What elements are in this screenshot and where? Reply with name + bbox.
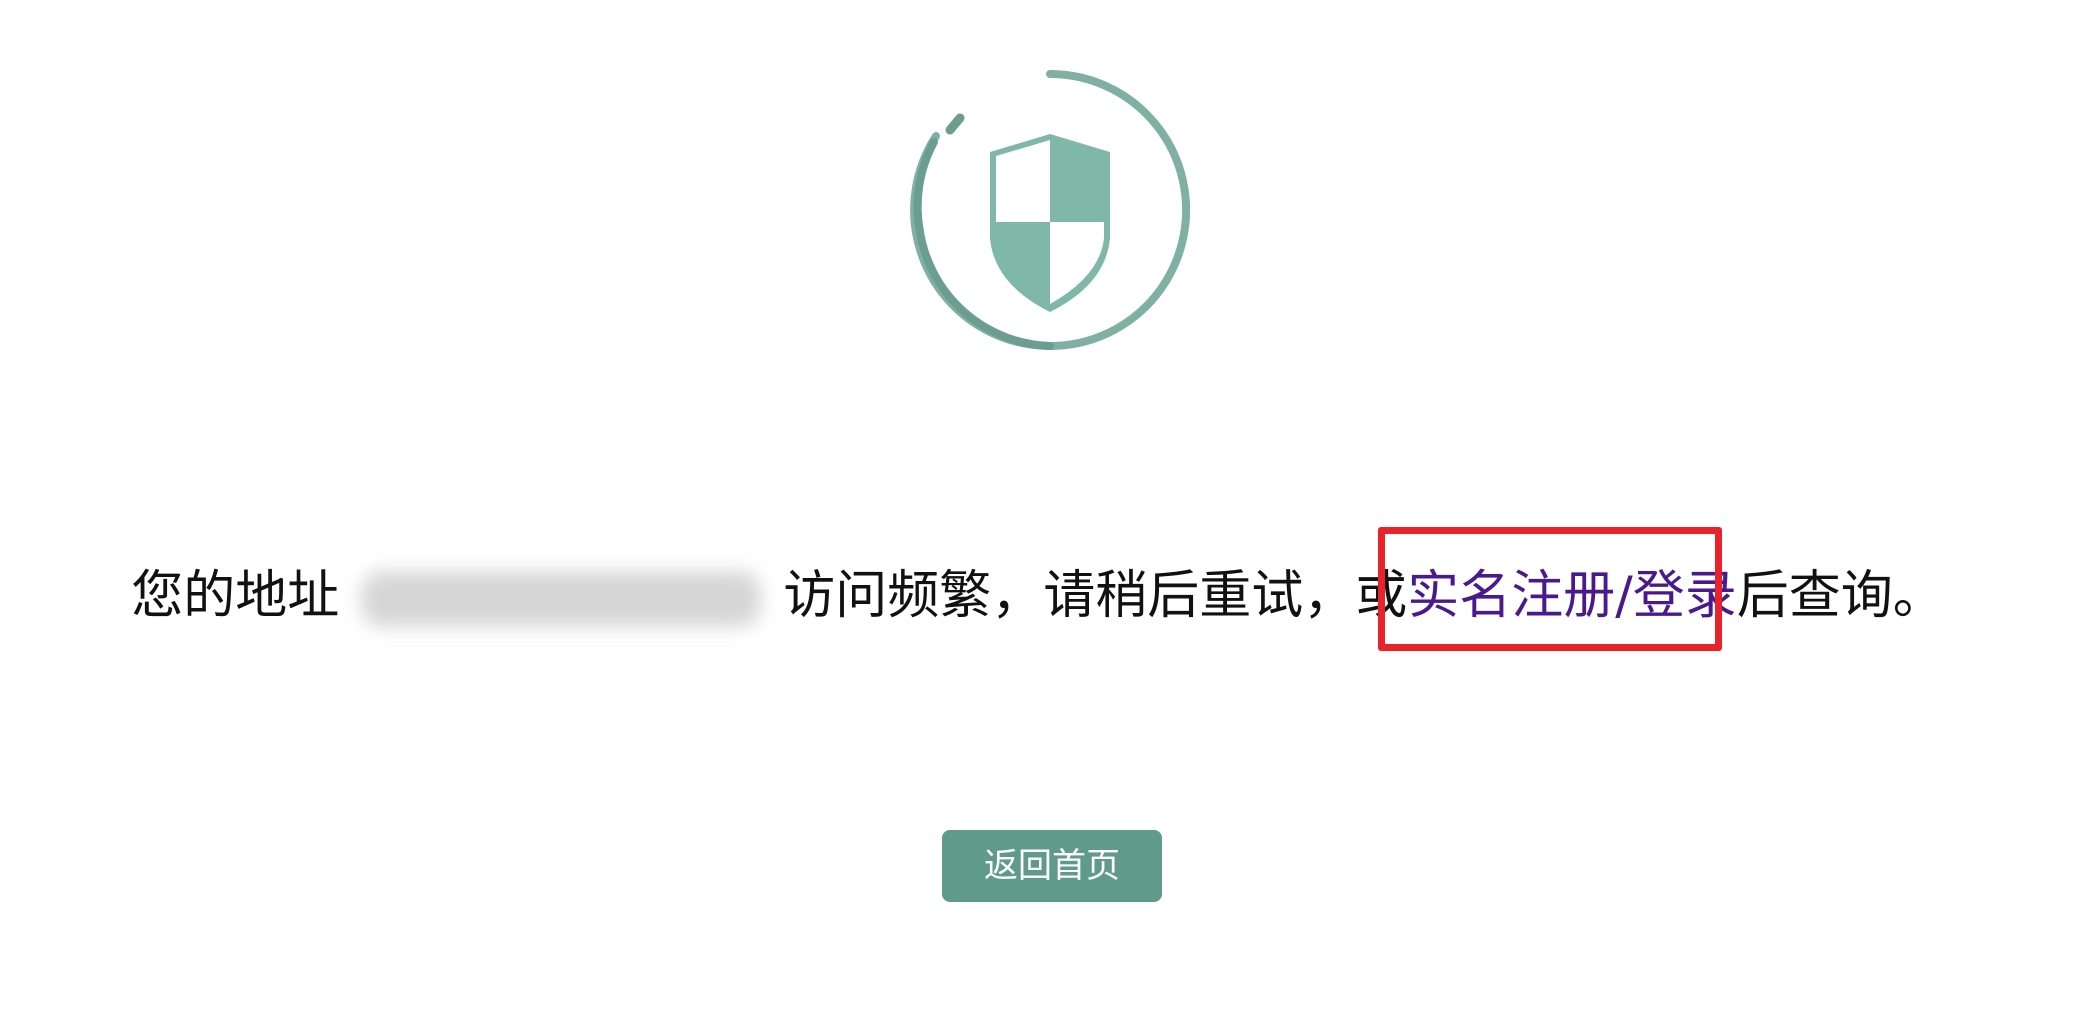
message-middle: 访问频繁，请稍后重试，或 [783,566,1408,626]
shield-icon [902,62,1198,358]
rate-limit-message: 您的地址 访问频繁，请稍后重试，或实名注册/登录后查询。 [0,560,2076,632]
message-prefix: 您的地址 [131,566,340,626]
page: 您的地址 访问频繁，请稍后重试，或实名注册/登录后查询。 返回首页 [0,0,2076,1024]
message-suffix: 后查询。 [1736,566,1945,626]
redacted-ip-address [361,571,762,627]
register-login-link[interactable]: 实名注册/登录 [1407,566,1737,626]
return-home-button[interactable]: 返回首页 [942,830,1162,902]
